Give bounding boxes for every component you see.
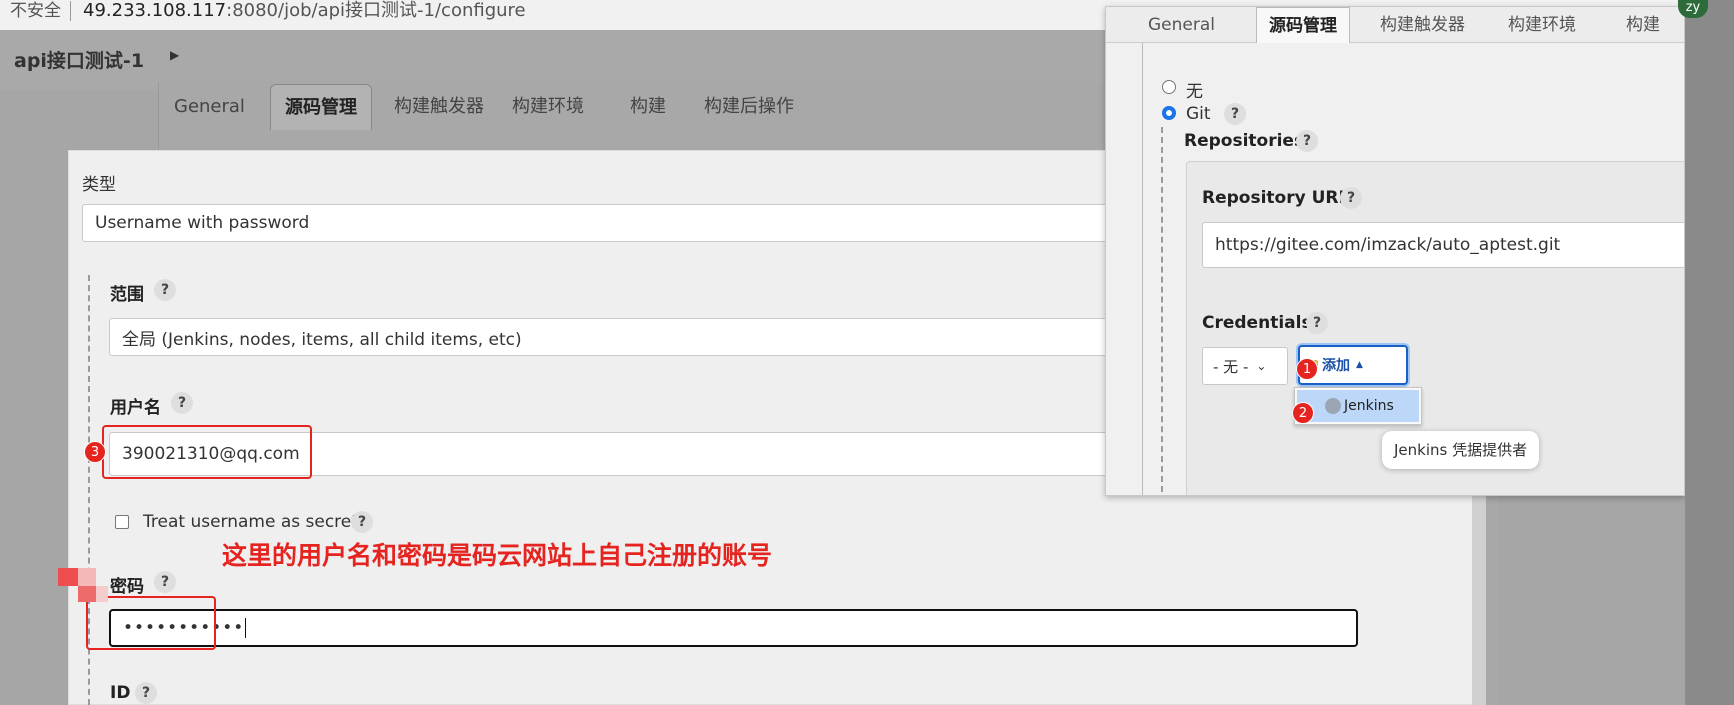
menu-item-jenkins-label: Jenkins — [1344, 398, 1394, 414]
git-guide-line — [1161, 127, 1163, 495]
repo-url-input[interactable]: https://gitee.com/imzack/auto_aptest.git — [1202, 222, 1684, 268]
tab-build[interactable]: 构建 — [616, 84, 680, 130]
credentials-select-value: - 无 - — [1213, 357, 1249, 376]
mosaic-block — [96, 586, 108, 602]
repo-url-label: Repository URL — [1202, 188, 1350, 208]
annotation-note: 这里的用户名和密码是码云网站上自己注册的账号 — [222, 541, 773, 570]
add-button-label: 添加 — [1322, 358, 1350, 374]
menu-item-jenkins[interactable]: Jenkins — [1297, 390, 1419, 422]
url-path: :8080/job/api接口测试-1/configure — [226, 0, 526, 21]
browser-side-strip — [1685, 0, 1734, 705]
popup-tab-general[interactable]: General — [1136, 7, 1227, 43]
id-help-icon[interactable]: ? — [135, 682, 157, 704]
security-warning-label[interactable]: 不安全 — [10, 0, 61, 22]
popup-guide-line — [1142, 43, 1143, 495]
type-label: 类型 — [82, 175, 116, 195]
text-cursor — [245, 618, 247, 638]
step-badge-2: 2 — [1292, 402, 1314, 424]
tab-build-env[interactable]: 构建环境 — [498, 84, 598, 130]
scope-help-icon[interactable]: ? — [154, 279, 176, 301]
scm-none-radio[interactable] — [1162, 80, 1176, 94]
tab-post-build[interactable]: 构建后操作 — [690, 84, 808, 130]
repositories-help-icon[interactable]: ? — [1296, 130, 1318, 152]
repo-url-help-icon[interactable]: ? — [1340, 187, 1362, 209]
tooltip-text: Jenkins 凭据提供者 — [1394, 441, 1528, 459]
type-value: Username with password — [95, 213, 310, 233]
url-host: 49.233.108.117 — [83, 0, 227, 21]
credentials-label: Credentials — [1202, 313, 1312, 333]
url-text[interactable]: 49.233.108.117:8080/job/api接口测试-1/config… — [83, 0, 526, 22]
popup-tab-build-env[interactable]: 构建环境 — [1496, 7, 1588, 43]
username-highlight-box — [102, 425, 312, 479]
caret-up-icon: ▲ — [1356, 360, 1363, 370]
password-highlight-box — [86, 596, 216, 650]
credentials-help-icon[interactable]: ? — [1306, 312, 1328, 334]
tab-scm[interactable]: 源码管理 — [270, 84, 372, 130]
scm-git-radio[interactable] — [1162, 106, 1176, 120]
repositories-label: Repositories — [1184, 131, 1305, 151]
jenkins-icon — [1325, 398, 1341, 414]
repo-url-value: https://gitee.com/imzack/auto_aptest.git — [1215, 235, 1561, 255]
scm-config-popup: General 源码管理 构建触发器 构建环境 构建 无 Git ? Repos… — [1105, 6, 1685, 496]
step-badge-1: 1 — [1296, 358, 1318, 380]
job-title[interactable]: api接口测试-1 — [14, 46, 144, 73]
treat-username-secret-checkbox[interactable] — [115, 515, 129, 529]
username-label: 用户名 — [110, 398, 161, 418]
tab-general[interactable]: General — [160, 84, 259, 130]
password-help-icon[interactable]: ? — [154, 571, 176, 593]
scope-value: 全局 (Jenkins, nodes, items, all child ite… — [122, 329, 522, 350]
scm-git-label: Git — [1186, 104, 1211, 124]
scm-none-label: 无 — [1186, 82, 1203, 102]
username-help-icon[interactable]: ? — [171, 392, 193, 414]
chevron-right-icon[interactable]: ▶ — [170, 48, 179, 62]
popup-tab-build[interactable]: 构建 — [1614, 7, 1672, 43]
scope-label: 范围 — [110, 285, 144, 305]
step-badge-3: 3 — [84, 441, 106, 463]
address-divider — [70, 1, 71, 21]
treat-secret-help-icon[interactable]: ? — [351, 511, 373, 533]
treat-username-secret-label: Treat username as secret — [143, 512, 358, 532]
chevron-down-icon: ⌄ — [1256, 359, 1267, 373]
popup-tab-scm[interactable]: 源码管理 — [1256, 7, 1350, 43]
mosaic-block — [78, 568, 96, 586]
password-input[interactable]: ••••••••••• — [109, 609, 1358, 647]
password-label: 密码 — [110, 577, 144, 597]
popup-tabs: General 源码管理 构建触发器 构建环境 构建 — [1106, 7, 1684, 43]
add-credentials-menu: Jenkins — [1294, 387, 1422, 425]
mosaic-block — [58, 568, 78, 586]
provider-tooltip: Jenkins 凭据提供者 — [1382, 431, 1540, 469]
id-label: ID — [110, 683, 131, 703]
tab-build-triggers[interactable]: 构建触发器 — [380, 84, 498, 130]
credentials-select[interactable]: - 无 - ⌄ — [1202, 347, 1288, 385]
profile-avatar[interactable]: zy — [1678, 0, 1708, 18]
mosaic-block — [78, 586, 96, 602]
git-help-icon[interactable]: ? — [1224, 103, 1246, 125]
popup-tab-build-triggers[interactable]: 构建触发器 — [1368, 7, 1477, 43]
